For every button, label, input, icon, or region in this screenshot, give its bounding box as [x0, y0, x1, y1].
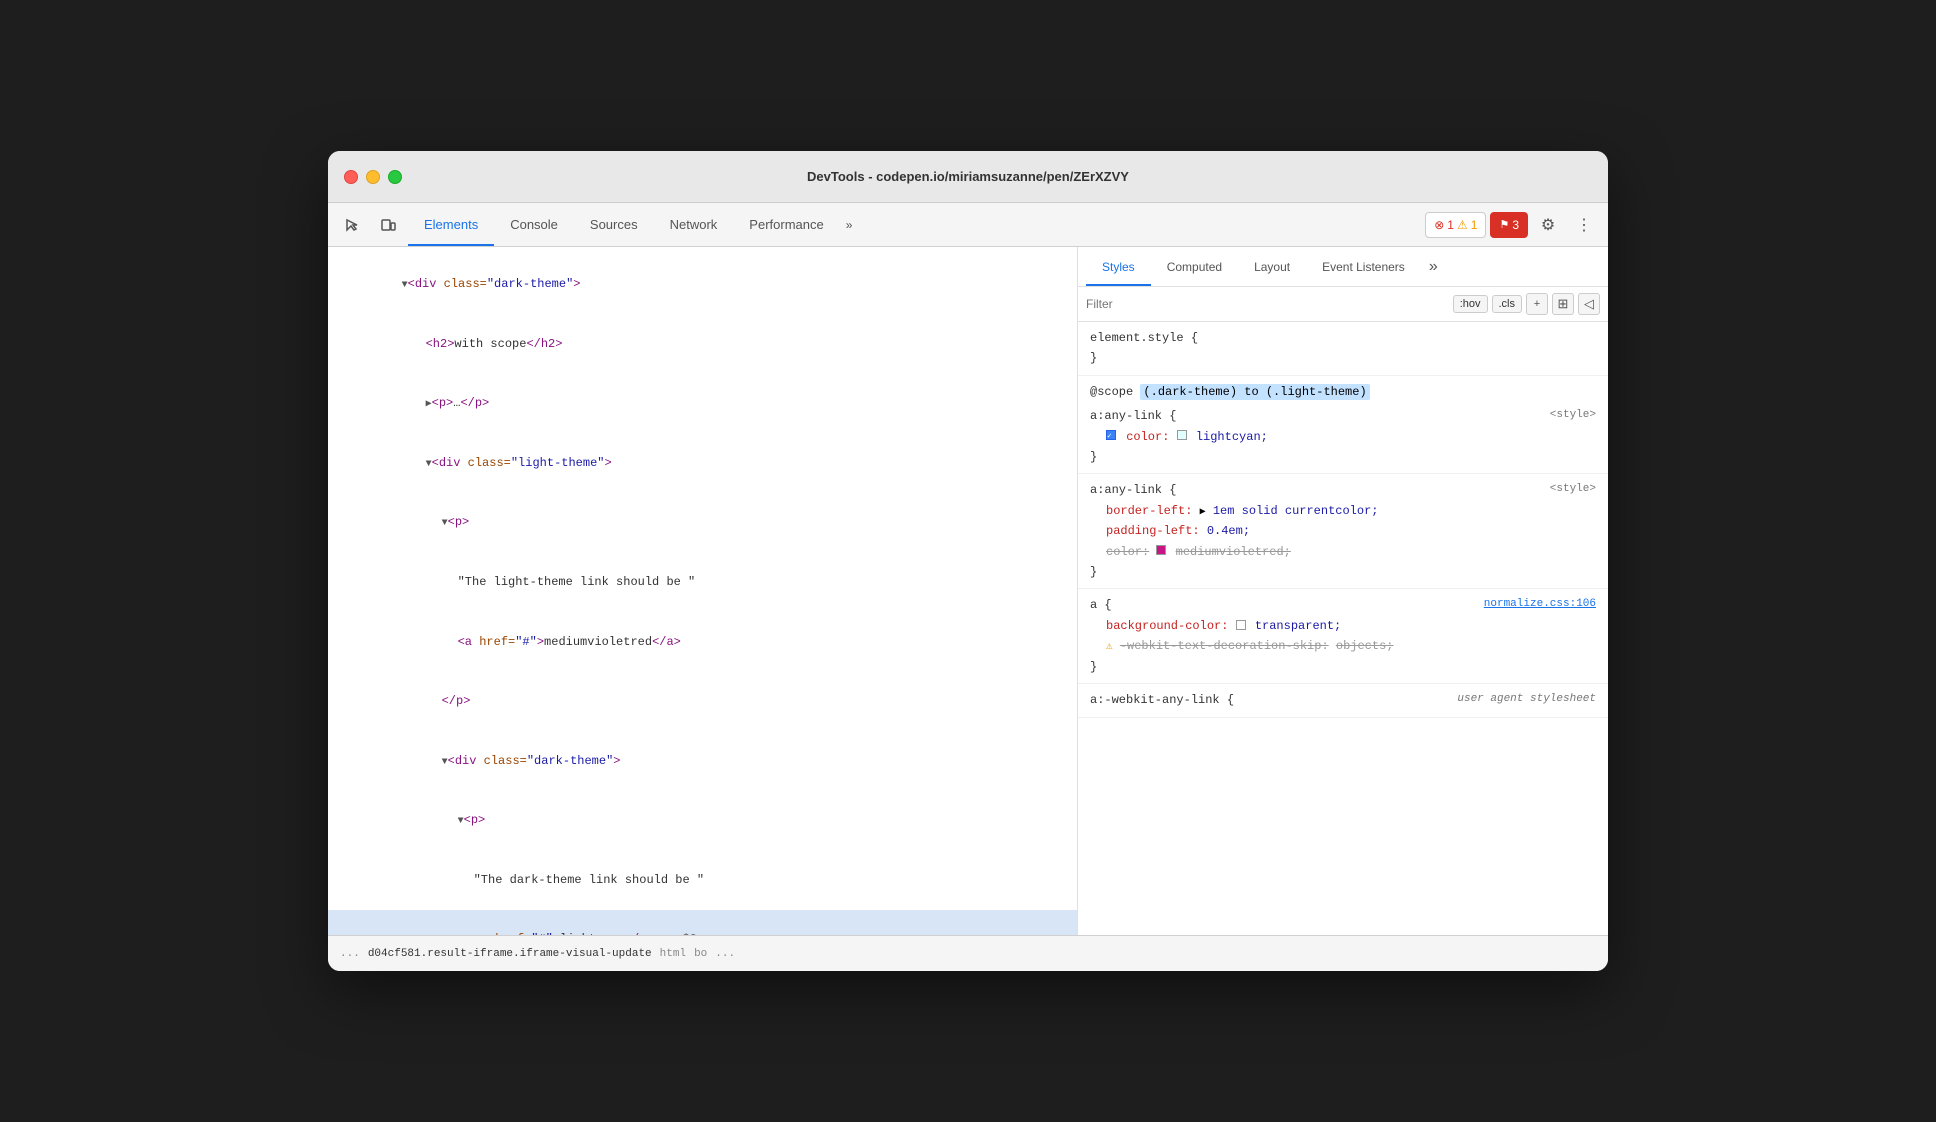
dom-line[interactable]: <a href="#">mediumvioletred</a> — [328, 612, 1077, 672]
prop-border-left: border-left: ▶ 1em solid currentcolor; — [1090, 501, 1596, 521]
force-element-state-button[interactable]: ⊞ — [1552, 293, 1574, 315]
rule-close: } — [1090, 562, 1596, 582]
bottom-bar: ... d04cf581.result-iframe.iframe-visual… — [328, 935, 1608, 971]
style-close-line: } — [1090, 447, 1596, 467]
error-badge[interactable]: ⊗ 1 ⚠ 1 — [1425, 212, 1486, 238]
style-rule-scope: @scope (.dark-theme) to (.light-theme) a… — [1078, 376, 1608, 475]
maximize-button[interactable] — [388, 170, 402, 184]
toolbar-right: ⊗ 1 ⚠ 1 ⚑ 3 ⚙ ⋮ — [1425, 209, 1600, 241]
style-rule-a: a { normalize.css:106 background-color: … — [1078, 589, 1608, 684]
settings-button[interactable]: ⚙ — [1532, 209, 1564, 241]
styles-panel: Styles Computed Layout Event Listeners »… — [1078, 247, 1608, 935]
style-selector: element.style { — [1090, 328, 1596, 348]
prop-padding-left: padding-left: 0.4em; — [1090, 521, 1596, 541]
dom-line[interactable]: "The light-theme link should be " — [328, 553, 1077, 613]
scope-highlight: (.dark-theme) to (.light-theme) — [1140, 384, 1369, 400]
tab-performance[interactable]: Performance — [733, 203, 839, 246]
style-rule-any-link: a:any-link { <style> border-left: ▶ 1em … — [1078, 474, 1608, 589]
breadcrumb-path[interactable]: d04cf581.result-iframe.iframe-visual-upd… — [368, 948, 652, 960]
dom-line[interactable]: ▼<p> — [328, 791, 1077, 851]
tab-event-listeners[interactable]: Event Listeners — [1306, 247, 1421, 286]
more-styles-tabs-button[interactable]: » — [1421, 258, 1446, 276]
close-button[interactable] — [344, 170, 358, 184]
tab-sources[interactable]: Sources — [574, 203, 654, 246]
a-selector-line: a { normalize.css:106 — [1090, 595, 1596, 615]
device-icon[interactable] — [372, 209, 404, 241]
dom-line[interactable]: <h2>with scope</h2> — [328, 315, 1077, 375]
prop-webkit-text: ⚠ -webkit-text-decoration-skip: objects; — [1090, 636, 1596, 657]
hov-filter-button[interactable]: :hov — [1453, 295, 1488, 313]
style-rule-element: element.style { } — [1078, 322, 1608, 376]
toggle-element-state-button[interactable]: ◁ — [1578, 293, 1600, 315]
tab-console[interactable]: Console — [494, 203, 574, 246]
dom-line[interactable]: ▼<div class="light-theme"> — [328, 434, 1077, 494]
tab-elements[interactable]: Elements — [408, 203, 494, 246]
toolbar: Elements Console Sources Network Perform… — [328, 203, 1608, 247]
styles-tabs: Styles Computed Layout Event Listeners » — [1078, 247, 1608, 287]
style-source: <style> — [1550, 406, 1596, 425]
more-tabs-button[interactable]: » — [840, 214, 859, 236]
breadcrumb-dots-end: ... — [715, 948, 735, 960]
styles-filter-bar: :hov .cls + ⊞ ◁ — [1078, 287, 1608, 322]
color-swatch[interactable] — [1177, 430, 1187, 440]
dom-line[interactable]: ▶<p>…</p> — [328, 374, 1077, 434]
dom-line[interactable]: ▼<p> — [328, 493, 1077, 553]
color-swatch-transparent[interactable] — [1236, 620, 1246, 630]
breadcrumb-html[interactable]: html — [660, 948, 686, 960]
style-source-normalize: normalize.css:106 — [1484, 595, 1596, 614]
dom-line[interactable]: ▼<div class="dark-theme"> — [328, 732, 1077, 792]
tab-layout[interactable]: Layout — [1238, 247, 1306, 286]
selector-line: a:any-link { <style> — [1090, 480, 1596, 500]
breadcrumb-dots: ... — [340, 948, 360, 960]
issue-badge[interactable]: ⚑ 3 — [1490, 212, 1528, 238]
breadcrumb-body[interactable]: bo — [694, 948, 707, 960]
checkbox-checked-icon[interactable] — [1106, 430, 1116, 440]
toolbar-tabs: Elements Console Sources Network Perform… — [408, 203, 1421, 246]
dom-panel[interactable]: ▼<div class="dark-theme"> <h2>with scope… — [328, 247, 1078, 935]
tab-network[interactable]: Network — [654, 203, 734, 246]
triangle-small-icon: ▶ — [1200, 507, 1206, 518]
tab-computed[interactable]: Computed — [1151, 247, 1238, 286]
dom-line[interactable]: ▼<div class="dark-theme"> — [328, 255, 1077, 315]
warning-icon: ⚠ — [1106, 641, 1113, 653]
minimize-button[interactable] — [366, 170, 380, 184]
style-source-ua: user agent stylesheet — [1457, 690, 1596, 709]
main-content: ▼<div class="dark-theme"> <h2>with scope… — [328, 247, 1608, 935]
webkit-selector-line: a:-webkit-any-link { user agent styleshe… — [1090, 690, 1596, 710]
traffic-lights — [344, 170, 402, 184]
devtools-window: DevTools - codepen.io/miriamsuzanne/pen/… — [328, 151, 1608, 971]
cls-filter-button[interactable]: .cls — [1492, 295, 1523, 313]
color-swatch-mediumvioletred[interactable] — [1156, 545, 1166, 555]
inspect-icon[interactable] — [336, 209, 368, 241]
scope-line: @scope (.dark-theme) to (.light-theme) — [1090, 382, 1596, 402]
style-rule-webkit-any-link: a:-webkit-any-link { user agent styleshe… — [1078, 684, 1608, 717]
add-style-button[interactable]: + — [1526, 293, 1548, 315]
prop-color-strikethrough: color: mediumvioletred; — [1090, 542, 1596, 562]
dom-line[interactable]: "The dark-theme link should be " — [328, 851, 1077, 911]
more-options-button[interactable]: ⋮ — [1568, 209, 1600, 241]
style-source: <style> — [1550, 480, 1596, 499]
scope-selector-line: a:any-link { <style> — [1090, 406, 1596, 426]
prop-background-color: background-color: transparent; — [1090, 616, 1596, 636]
window-title: DevTools - codepen.io/miriamsuzanne/pen/… — [807, 169, 1129, 184]
dom-line-selected[interactable]: <a href="#">lightcyan</a> == $0 — [328, 910, 1077, 935]
style-prop-line: color: lightcyan; — [1090, 427, 1596, 447]
titlebar: DevTools - codepen.io/miriamsuzanne/pen/… — [328, 151, 1608, 203]
tab-styles[interactable]: Styles — [1086, 247, 1151, 286]
styles-filter-input[interactable] — [1086, 297, 1445, 311]
styles-content[interactable]: element.style { } @scope (.dark-theme) t… — [1078, 322, 1608, 935]
dom-line[interactable]: </p> — [328, 672, 1077, 732]
style-close: } — [1090, 348, 1596, 368]
filter-actions: :hov .cls + ⊞ ◁ — [1453, 293, 1600, 315]
a-rule-close: } — [1090, 657, 1596, 677]
